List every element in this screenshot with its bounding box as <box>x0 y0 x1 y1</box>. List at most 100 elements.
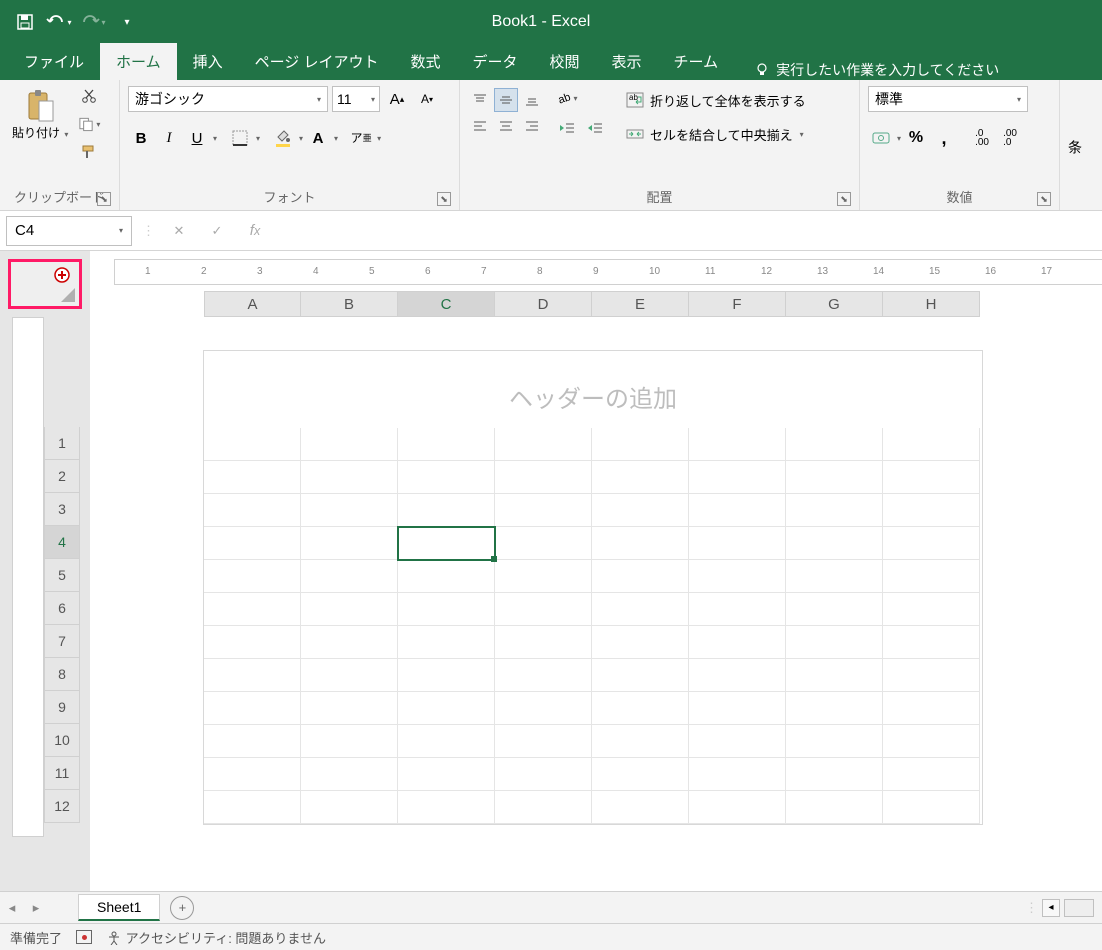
cell-C9[interactable] <box>398 692 495 725</box>
cell-H4[interactable] <box>883 527 980 560</box>
tell-me-search[interactable]: 実行したい作業を入力してください <box>754 60 999 80</box>
cell-B5[interactable] <box>301 560 398 593</box>
cell-E8[interactable] <box>592 659 689 692</box>
cell-G9[interactable] <box>786 692 883 725</box>
cell-F1[interactable] <box>689 428 786 461</box>
cell-G2[interactable] <box>786 461 883 494</box>
macro-record-icon[interactable] <box>76 930 92 944</box>
cell-F10[interactable] <box>689 725 786 758</box>
row-header-8[interactable]: 8 <box>44 658 80 691</box>
cell-E5[interactable] <box>592 560 689 593</box>
cell-B10[interactable] <box>301 725 398 758</box>
tab-review[interactable]: 校閲 <box>534 43 596 80</box>
col-header-D[interactable]: D <box>495 291 592 317</box>
cell-H2[interactable] <box>883 461 980 494</box>
tab-pagelayout[interactable]: ページ レイアウト <box>239 43 395 80</box>
cell-G8[interactable] <box>786 659 883 692</box>
cell-D4[interactable] <box>495 527 592 560</box>
row-header-1[interactable]: 1 <box>44 427 80 460</box>
cell-F3[interactable] <box>689 494 786 527</box>
cell-D12[interactable] <box>495 791 592 824</box>
cell-C8[interactable] <box>398 659 495 692</box>
decrease-indent-button[interactable] <box>554 116 580 140</box>
cancel-formula-button[interactable]: ✕ <box>165 217 193 245</box>
col-header-H[interactable]: H <box>883 291 980 317</box>
cell-E11[interactable] <box>592 758 689 791</box>
align-middle-button[interactable] <box>494 88 518 112</box>
row-header-12[interactable]: 12 <box>44 790 80 823</box>
align-left-button[interactable] <box>468 114 492 138</box>
cell-F6[interactable] <box>689 593 786 626</box>
cell-D7[interactable] <box>495 626 592 659</box>
cell-B2[interactable] <box>301 461 398 494</box>
select-all-highlighted[interactable] <box>8 259 82 309</box>
cell-A11[interactable] <box>204 758 301 791</box>
cell-D8[interactable] <box>495 659 592 692</box>
accessibility-status[interactable]: アクセシビリティ: 問題ありません <box>106 928 326 947</box>
cell-D11[interactable] <box>495 758 592 791</box>
cell-F11[interactable] <box>689 758 786 791</box>
underline-button[interactable]: U <box>184 126 210 150</box>
add-sheet-button[interactable]: + <box>170 896 194 920</box>
cell-C6[interactable] <box>398 593 495 626</box>
cell-F4[interactable] <box>689 527 786 560</box>
col-header-F[interactable]: F <box>689 291 786 317</box>
sheet-nav-prev[interactable]: ◂ <box>0 900 24 916</box>
font-launcher[interactable]: ⬊ <box>437 192 451 206</box>
cell-E6[interactable] <box>592 593 689 626</box>
cell-H10[interactable] <box>883 725 980 758</box>
row-header-11[interactable]: 11 <box>44 757 80 790</box>
borders-button[interactable] <box>227 126 253 150</box>
tab-file[interactable]: ファイル <box>8 43 100 80</box>
cell-G1[interactable] <box>786 428 883 461</box>
qat-customize[interactable]: ▾ <box>114 9 140 35</box>
cell-E12[interactable] <box>592 791 689 824</box>
row-header-3[interactable]: 3 <box>44 493 80 526</box>
cell-C3[interactable] <box>398 494 495 527</box>
copy-button[interactable]: ▾ <box>78 114 100 134</box>
col-header-C[interactable]: C <box>398 291 495 317</box>
cell-H11[interactable] <box>883 758 980 791</box>
cell-A9[interactable] <box>204 692 301 725</box>
number-launcher[interactable]: ⬊ <box>1037 192 1051 206</box>
tab-home[interactable]: ホーム <box>100 43 177 80</box>
cell-A10[interactable] <box>204 725 301 758</box>
align-center-button[interactable] <box>494 114 518 138</box>
cell-C5[interactable] <box>398 560 495 593</box>
align-right-button[interactable] <box>520 114 544 138</box>
enter-formula-button[interactable]: ✓ <box>203 217 231 245</box>
tab-team[interactable]: チーム <box>658 43 735 80</box>
cell-A7[interactable] <box>204 626 301 659</box>
cell-D1[interactable] <box>495 428 592 461</box>
cell-B9[interactable] <box>301 692 398 725</box>
font-size-select[interactable]: 11▾ <box>332 86 380 112</box>
font-name-select[interactable]: 游ゴシック▾ <box>128 86 328 112</box>
col-header-A[interactable]: A <box>204 291 301 317</box>
cell-D10[interactable] <box>495 725 592 758</box>
cell-H5[interactable] <box>883 560 980 593</box>
cell-E7[interactable] <box>592 626 689 659</box>
cell-A1[interactable] <box>204 428 301 461</box>
cell-G5[interactable] <box>786 560 883 593</box>
cell-grid[interactable] <box>204 428 982 824</box>
cell-B1[interactable] <box>301 428 398 461</box>
increase-decimal-button[interactable]: .0.00 <box>969 126 995 150</box>
row-header-6[interactable]: 6 <box>44 592 80 625</box>
cell-G12[interactable] <box>786 791 883 824</box>
accounting-format-button[interactable] <box>868 126 894 150</box>
cell-H12[interactable] <box>883 791 980 824</box>
cell-C11[interactable] <box>398 758 495 791</box>
percent-format-button[interactable]: % <box>903 126 929 150</box>
phonetic-button[interactable]: ア亜 <box>348 126 374 150</box>
cell-F9[interactable] <box>689 692 786 725</box>
fill-color-button[interactable] <box>270 126 296 150</box>
cell-D2[interactable] <box>495 461 592 494</box>
cell-A4[interactable] <box>204 527 301 560</box>
orientation-button[interactable]: ab▾ <box>554 86 580 110</box>
cell-D3[interactable] <box>495 494 592 527</box>
cell-A6[interactable] <box>204 593 301 626</box>
font-color-button[interactable]: A <box>305 126 331 150</box>
cell-B12[interactable] <box>301 791 398 824</box>
name-box[interactable]: C4▾ <box>6 216 132 246</box>
cell-B3[interactable] <box>301 494 398 527</box>
